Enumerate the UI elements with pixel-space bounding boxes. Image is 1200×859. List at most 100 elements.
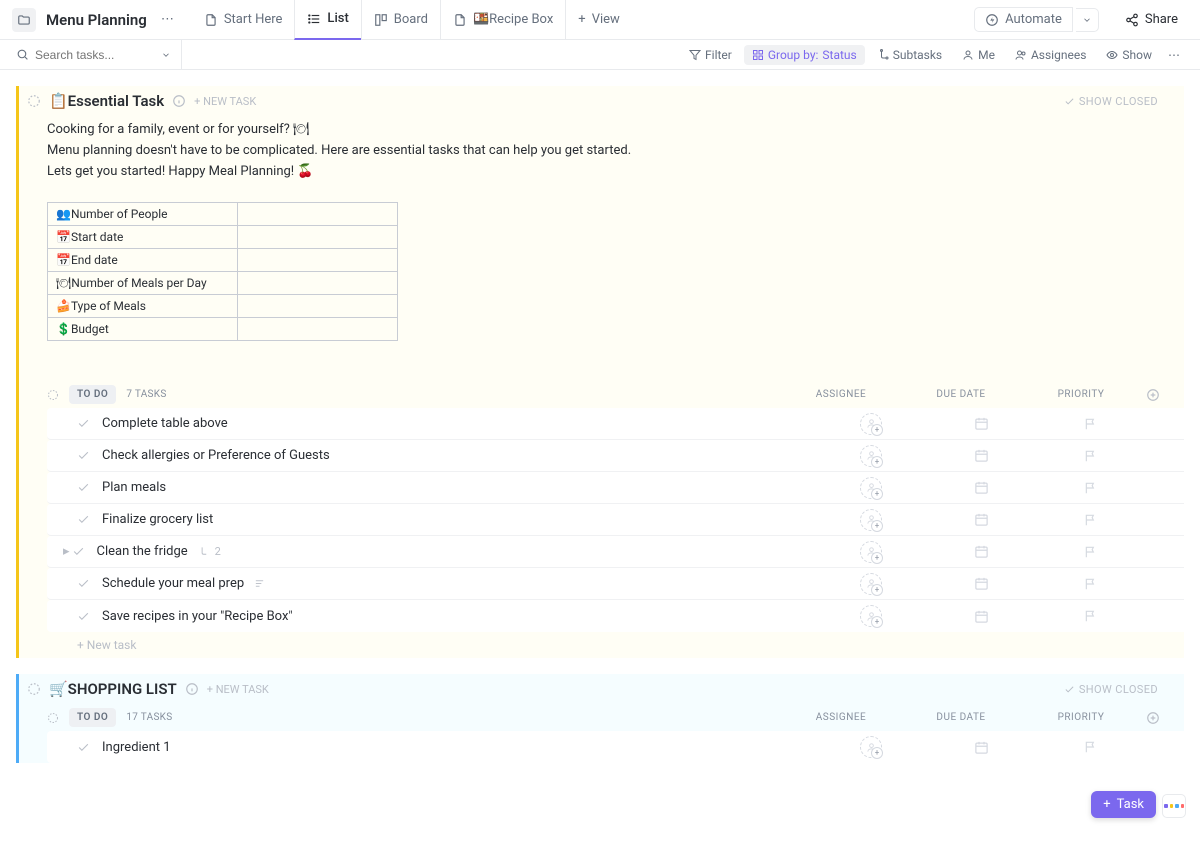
priority-cell[interactable] — [1036, 481, 1146, 495]
task-check-icon[interactable] — [77, 417, 90, 430]
section-title[interactable]: 🛒SHOPPING LIST — [49, 680, 177, 698]
task-row[interactable]: Ingredient 1 — [47, 731, 1184, 763]
task-row[interactable]: Plan meals — [47, 472, 1184, 504]
show-closed-button[interactable]: SHOW CLOSED — [1064, 95, 1176, 108]
new-task-link[interactable]: + NEW TASK — [194, 95, 256, 108]
task-check-icon[interactable] — [77, 449, 90, 462]
status-circle-icon[interactable] — [47, 389, 59, 401]
status-chip[interactable]: TO DO — [69, 385, 116, 404]
table-value[interactable] — [238, 249, 398, 272]
status-circle-icon[interactable] — [27, 682, 41, 696]
assignee-icon — [860, 445, 882, 467]
table-value[interactable] — [238, 203, 398, 226]
table-row[interactable]: 📅Start date — [48, 226, 398, 249]
priority-cell[interactable] — [1036, 740, 1146, 754]
assignee-cell[interactable] — [816, 413, 926, 435]
priority-cell[interactable] — [1036, 449, 1146, 463]
automate-chevron[interactable] — [1076, 8, 1099, 32]
task-row[interactable]: Complete table above — [47, 408, 1184, 440]
due-date-cell[interactable] — [926, 609, 1036, 624]
chevron-down-icon[interactable] — [161, 50, 171, 60]
table-row[interactable]: 🍽Number of Meals per Day — [48, 272, 398, 295]
user-icon — [962, 49, 974, 61]
assignee-cell[interactable] — [816, 541, 926, 563]
due-date-cell[interactable] — [926, 480, 1036, 495]
table-row[interactable]: 💲Budget — [48, 318, 398, 341]
task-row[interactable]: ▸Clean the fridge2 — [47, 536, 1184, 568]
apps-fab[interactable] — [1162, 794, 1186, 818]
assignee-cell[interactable] — [816, 736, 926, 758]
assignee-cell[interactable] — [816, 477, 926, 499]
task-check-icon[interactable] — [77, 577, 90, 590]
check-icon — [1064, 684, 1075, 695]
section-title[interactable]: 📋Essential Task — [49, 92, 164, 110]
priority-cell[interactable] — [1036, 577, 1146, 591]
task-check-icon[interactable] — [77, 610, 90, 623]
assignee-cell[interactable] — [816, 445, 926, 467]
show-button[interactable]: Show — [1098, 45, 1160, 65]
assignee-cell[interactable] — [816, 573, 926, 595]
add-view-button[interactable]: + View — [565, 0, 632, 40]
task-check-icon[interactable] — [72, 545, 85, 558]
title-more-icon[interactable]: ⋯ — [155, 12, 180, 27]
new-task-fab[interactable]: + Task — [1091, 791, 1156, 818]
subtask-count[interactable]: 2 — [198, 545, 221, 558]
assignees-button[interactable]: Assignees — [1007, 45, 1094, 65]
task-row[interactable]: Schedule your meal prep — [47, 568, 1184, 600]
folder-icon[interactable] — [12, 8, 36, 32]
show-closed-button[interactable]: SHOW CLOSED — [1064, 683, 1176, 696]
status-chip[interactable]: TO DO — [69, 708, 116, 727]
flag-icon — [1084, 417, 1098, 431]
new-task-link[interactable]: + NEW TASK — [207, 683, 269, 696]
task-row[interactable]: Check allergies or Preference of Guests — [47, 440, 1184, 472]
subtasks-button[interactable]: Subtasks — [869, 45, 950, 65]
assignee-cell[interactable] — [816, 509, 926, 531]
due-date-cell[interactable] — [926, 740, 1036, 755]
automate-button[interactable]: Automate — [974, 7, 1073, 32]
status-circle-icon[interactable] — [27, 94, 41, 108]
table-value[interactable] — [238, 318, 398, 341]
add-column-button[interactable] — [1146, 388, 1166, 402]
task-check-icon[interactable] — [77, 481, 90, 494]
priority-cell[interactable] — [1036, 417, 1146, 431]
search-input[interactable] — [35, 48, 155, 62]
table-value[interactable] — [238, 272, 398, 295]
table-value[interactable] — [238, 226, 398, 249]
info-icon[interactable] — [172, 94, 186, 108]
table-value[interactable] — [238, 295, 398, 318]
due-date-cell[interactable] — [926, 512, 1036, 527]
table-row[interactable]: 🍰Type of Meals — [48, 295, 398, 318]
assignee-cell[interactable] — [816, 605, 926, 627]
filter-button[interactable]: Filter — [681, 45, 740, 65]
priority-cell[interactable] — [1036, 609, 1146, 623]
expand-icon[interactable]: ▸ — [63, 544, 70, 559]
table-row[interactable]: 📅End date — [48, 249, 398, 272]
tab-recipe-box[interactable]: 🍱Recipe Box — [440, 0, 565, 40]
me-button[interactable]: Me — [954, 45, 1003, 65]
more-menu[interactable]: ⋯ — [1164, 48, 1184, 62]
tab-list[interactable]: List — [294, 0, 360, 40]
new-task-row[interactable]: + New task — [27, 632, 1184, 658]
due-date-cell[interactable] — [926, 576, 1036, 591]
table-row[interactable]: 👥Number of People — [48, 203, 398, 226]
due-date-cell[interactable] — [926, 416, 1036, 431]
priority-cell[interactable] — [1036, 545, 1146, 559]
group-by-button[interactable]: Group by: Status — [744, 45, 865, 65]
calendar-icon — [974, 512, 989, 527]
status-circle-icon[interactable] — [47, 712, 59, 724]
flag-icon — [1084, 577, 1098, 591]
priority-cell[interactable] — [1036, 513, 1146, 527]
task-check-icon[interactable] — [77, 513, 90, 526]
description-icon[interactable] — [254, 578, 265, 589]
tab-board[interactable]: Board — [361, 0, 440, 40]
tab-start-here[interactable]: Start Here — [192, 0, 295, 40]
add-column-button[interactable] — [1146, 711, 1166, 725]
due-date-cell[interactable] — [926, 544, 1036, 559]
due-date-cell[interactable] — [926, 448, 1036, 463]
calendar-icon — [974, 448, 989, 463]
task-check-icon[interactable] — [77, 741, 90, 754]
info-icon[interactable] — [185, 682, 199, 696]
task-row[interactable]: Finalize grocery list — [47, 504, 1184, 536]
task-row[interactable]: Save recipes in your "Recipe Box" — [47, 600, 1184, 632]
share-button[interactable]: Share — [1115, 8, 1188, 31]
